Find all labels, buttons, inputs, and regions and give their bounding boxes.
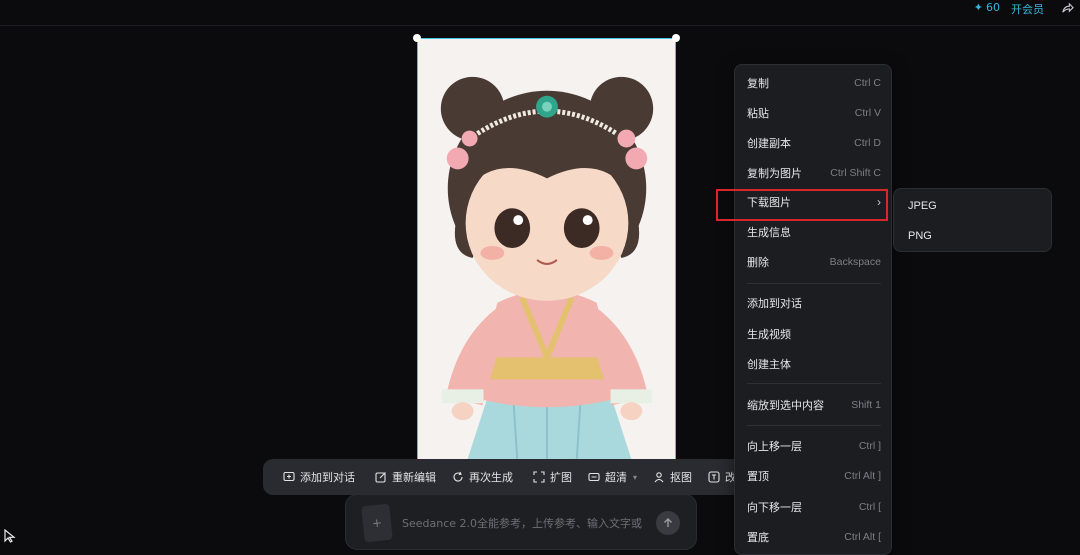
credits-count: 60 (986, 1, 1000, 14)
menu-item-add-to-chat[interactable]: 添加到对话 (735, 289, 893, 317)
menu-item-bring-forward[interactable]: 向上移一层 Ctrl ] (735, 432, 893, 460)
share-icon[interactable] (1061, 2, 1074, 15)
arrow-up-icon (664, 518, 672, 527)
menu-item-shortcut: Ctrl V (854, 107, 881, 119)
menu-item-label: 向上移一层 (747, 440, 802, 453)
toolbar-label: 扩图 (550, 471, 572, 484)
menu-item-label: 创建主体 (747, 358, 791, 371)
plus-icon: + (371, 515, 383, 531)
menu-item-send-to-back[interactable]: 置底 Ctrl Alt [ (735, 523, 893, 551)
menu-item-shortcut: Ctrl ] (858, 440, 881, 452)
chevron-down-icon[interactable]: ▾ (633, 473, 637, 482)
text-icon (708, 471, 720, 483)
menu-item-label: 置底 (747, 531, 769, 544)
menu-item-zoom-to-selection[interactable]: 缩放到选中内容 Shift 1 (735, 391, 893, 419)
menu-item-shortcut: Backspace (829, 256, 881, 268)
cutout-button[interactable]: 抠图 (645, 459, 700, 495)
toolbar-label: 添加到对话 (300, 471, 355, 484)
toolbar-label: 抠图 (670, 471, 693, 484)
menu-item-send-backward[interactable]: 向下移一层 Ctrl [ (735, 493, 893, 521)
menu-item-bring-to-front[interactable]: 置顶 Ctrl Alt ] (735, 462, 893, 490)
add-to-chat-button[interactable]: 添加到对话 (275, 459, 363, 495)
pointer-icon (4, 529, 16, 543)
menu-item-shortcut: Ctrl C (854, 77, 881, 89)
canvas-image[interactable] (417, 38, 676, 460)
expand-button[interactable]: 扩图 (525, 459, 580, 495)
menu-divider (747, 425, 881, 426)
menu-item-shortcut: Ctrl Alt ] (844, 470, 881, 482)
menu-divider (747, 383, 881, 384)
re-edit-button[interactable]: 重新编辑 (367, 459, 444, 495)
vip-button[interactable]: 开会员 (1011, 1, 1044, 17)
menu-divider (747, 283, 881, 284)
cutout-icon (654, 472, 664, 483)
send-button[interactable] (656, 511, 680, 535)
doll-illustration (418, 39, 675, 459)
menu-item-shortcut: Ctrl Alt [ (844, 531, 881, 543)
menu-item-label: 复制为图片 (747, 167, 802, 180)
download-submenu: JPEG PNG (893, 188, 1052, 252)
menu-item-label: 创建副本 (747, 137, 791, 150)
hd-button[interactable]: 超清 ▾ (580, 459, 645, 495)
menu-item-label: 生成视频 (747, 328, 791, 341)
edit-icon (375, 472, 386, 483)
expand-icon (533, 471, 545, 483)
menu-item-label: 置顶 (747, 470, 769, 483)
menu-item-generation-info[interactable]: 生成信息 (735, 218, 893, 246)
menu-item-label: 向下移一层 (747, 501, 802, 514)
menu-item-paste[interactable]: 粘贴 Ctrl V (735, 99, 893, 127)
add-chat-icon (283, 471, 295, 482)
toolbar-label: 重新编辑 (392, 471, 436, 484)
menu-item-label: 删除 (747, 256, 769, 269)
prompt-input[interactable] (402, 513, 642, 533)
submenu-item-png[interactable]: PNG (908, 230, 932, 242)
credits-display[interactable]: ✦ 60 (974, 1, 1000, 14)
menu-item-shortcut: Ctrl [ (858, 501, 881, 513)
upload-reference-button[interactable]: + (361, 503, 393, 543)
menu-item-shortcut: Ctrl Shift C (830, 167, 881, 179)
menu-item-label: 复制 (747, 77, 769, 90)
regenerate-icon (453, 471, 463, 482)
sparkle-icon: ✦ (973, 1, 983, 14)
menu-item-copy[interactable]: 复制 Ctrl C (735, 69, 893, 97)
menu-item-label: 添加到对话 (747, 297, 802, 310)
resize-handle-top-right[interactable] (672, 34, 680, 42)
menu-item-delete[interactable]: 删除 Backspace (735, 248, 893, 276)
image-toolbar: 添加到对话 重新编辑 再次生成 扩图 超清 ▾ 抠图 改文 (263, 459, 743, 495)
menu-item-shortcut: Shift 1 (851, 399, 881, 411)
regenerate-button[interactable]: 再次生成 (444, 459, 521, 495)
toolbar-label: 再次生成 (469, 471, 513, 484)
menu-item-label: 生成信息 (747, 226, 791, 239)
highlight-annotation (716, 189, 888, 221)
menu-item-label: 缩放到选中内容 (747, 399, 824, 412)
menu-item-duplicate[interactable]: 创建副本 Ctrl D (735, 129, 893, 157)
top-bar: ✦ 60 开会员 (0, 0, 1080, 26)
menu-item-label: 粘贴 (747, 107, 769, 120)
resize-handle-top-left[interactable] (413, 34, 421, 42)
toolbar-label: 超清 (605, 471, 627, 484)
hd-icon (588, 472, 600, 482)
context-menu: 复制 Ctrl C 粘贴 Ctrl V 创建副本 Ctrl D 复制为图片 Ct… (734, 64, 892, 555)
menu-item-copy-as-image[interactable]: 复制为图片 Ctrl Shift C (735, 159, 893, 187)
menu-item-generate-video[interactable]: 生成视频 (735, 320, 893, 348)
menu-item-create-subject[interactable]: 创建主体 (735, 350, 893, 378)
menu-item-shortcut: Ctrl D (854, 137, 881, 149)
prompt-box: + (345, 494, 697, 550)
submenu-item-jpeg[interactable]: JPEG (908, 200, 937, 212)
